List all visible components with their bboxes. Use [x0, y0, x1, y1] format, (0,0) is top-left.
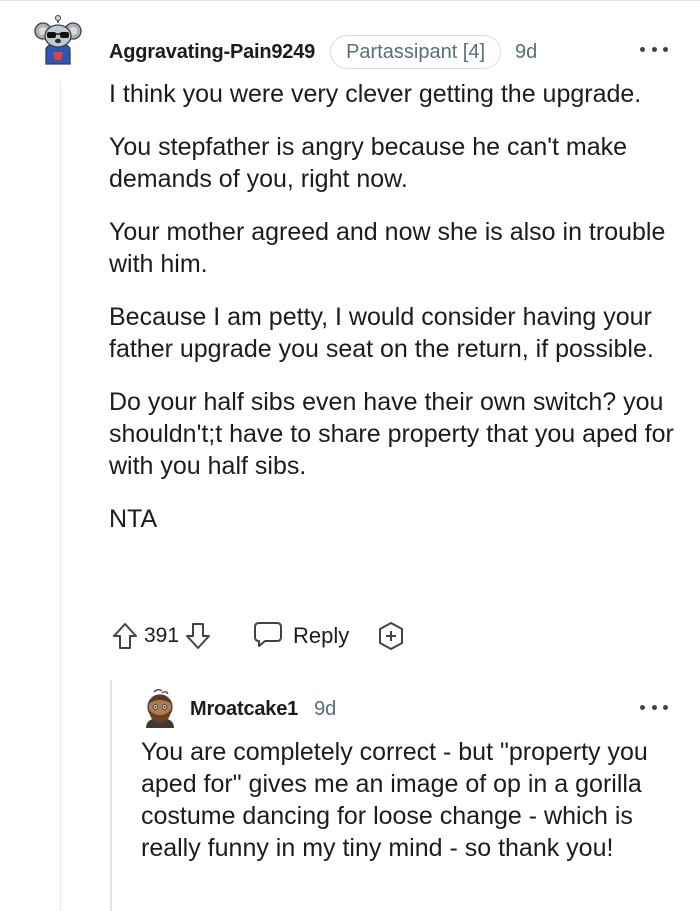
reply-body: You are completely correct - but "proper…	[141, 736, 681, 864]
dot	[640, 46, 645, 52]
comment-action-bar: 391 Reply	[110, 618, 407, 654]
comment-paragraph: Do your half sibs even have their own sw…	[109, 388, 674, 480]
bearded-avatar-icon[interactable]	[140, 688, 180, 730]
speech-bubble-icon	[253, 620, 283, 653]
top-divider	[0, 0, 700, 1]
comment-timestamp[interactable]: 9d	[515, 41, 537, 64]
reply-label: Reply	[293, 623, 350, 648]
comment-paragraph: Because I am petty, I would consider hav…	[109, 303, 654, 363]
vote-count: 391	[144, 624, 180, 647]
comment-paragraph: You stepfather is angry because he can't…	[109, 133, 628, 193]
reply-button[interactable]: Reply	[253, 620, 349, 653]
dot	[640, 704, 645, 710]
comment-header: Aggravating-Pain9249 Partassipant [4] 9d	[109, 34, 537, 70]
upvote-arrow-icon[interactable]	[110, 620, 140, 652]
reply-author[interactable]: Mroatcake1	[190, 698, 298, 721]
koala-avatar-icon[interactable]	[32, 14, 84, 66]
dot	[651, 46, 657, 52]
comment-paragraph: NTA	[109, 505, 158, 533]
dot	[663, 704, 668, 710]
dot	[651, 704, 657, 710]
reply-timestamp[interactable]: 9d	[314, 698, 336, 721]
award-plus-icon[interactable]	[375, 620, 407, 652]
reply-paragraph: You are completely correct - but "proper…	[141, 738, 648, 862]
more-options-icon[interactable]	[640, 698, 668, 716]
comment-author[interactable]: Aggravating-Pain9249	[109, 41, 315, 64]
dot	[663, 46, 668, 52]
comment-body: I think you were very clever getting the…	[109, 78, 679, 556]
more-options-icon[interactable]	[640, 40, 668, 58]
comment-paragraph: Your mother agreed and now she is also i…	[109, 218, 666, 278]
downvote-arrow-icon[interactable]	[183, 620, 213, 652]
reply-thread-line[interactable]	[110, 680, 112, 911]
comment-paragraph: I think you were very clever getting the…	[109, 80, 642, 108]
thread-line[interactable]	[60, 82, 61, 911]
reply-header: Mroatcake1 9d	[190, 694, 336, 724]
user-flair-badge: Partassipant [4]	[330, 35, 502, 69]
